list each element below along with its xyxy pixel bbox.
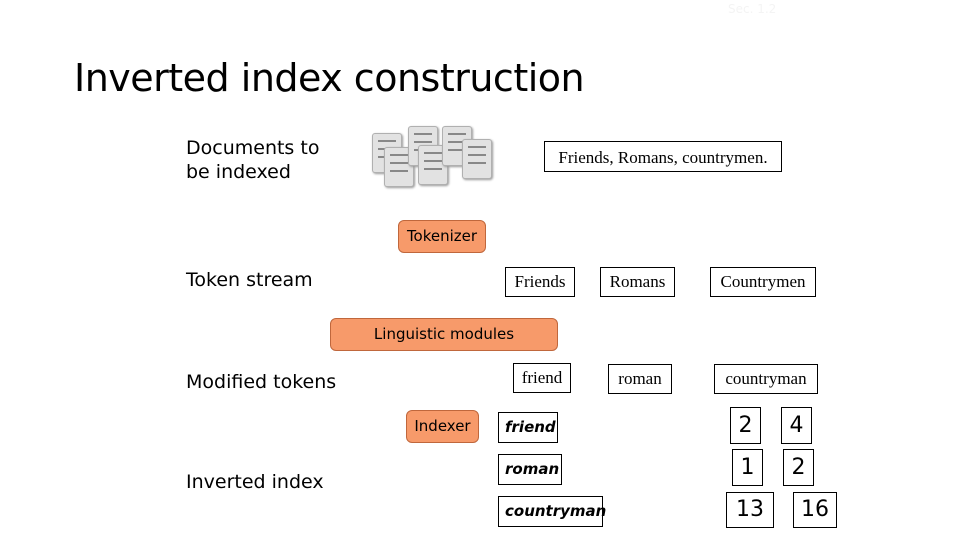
modified-token-box: countryman [714,364,818,394]
linguistic-modules-stage: Linguistic modules [330,318,558,351]
posting-box: 2 [783,449,814,486]
page-title: Inverted index construction [74,56,585,100]
posting-box: 16 [793,492,837,528]
down-arrow-icon [426,367,458,401]
down-arrow-icon [426,180,458,213]
dictionary-term: friend [498,412,558,443]
modified-tokens-label: Modified tokens [186,371,337,393]
token-box: Romans [600,267,675,297]
modified-token-box: roman [608,364,672,394]
documents-icon [370,125,500,187]
documents-label-line-2: be indexed [186,161,291,183]
dictionary-term: countryman [498,496,606,527]
down-arrow-icon [426,262,458,299]
inverted-index-label: Inverted index [186,471,324,493]
token-box: Friends [505,267,575,297]
posting-box: 1 [732,449,763,486]
documents-label: Documents to be indexed [186,136,319,184]
posting-box: 13 [726,492,774,528]
modified-token-box: friend [513,363,571,393]
posting-box: 4 [781,407,812,444]
documents-label-line-1: Documents to [186,137,320,159]
token-stream-label: Token stream [186,269,313,291]
tokenizer-stage: Tokenizer [398,220,486,253]
dictionary-term: roman [498,454,562,485]
section-tag: Sec. 1.2 [728,2,777,16]
down-arrow-icon [426,449,458,485]
indexer-stage: Indexer [406,410,479,443]
posting-box: 2 [730,407,761,444]
bracket-connector-icon [632,400,650,540]
source-text-box: Friends, Romans, countrymen. [544,141,782,172]
token-box: Countrymen [710,267,816,297]
